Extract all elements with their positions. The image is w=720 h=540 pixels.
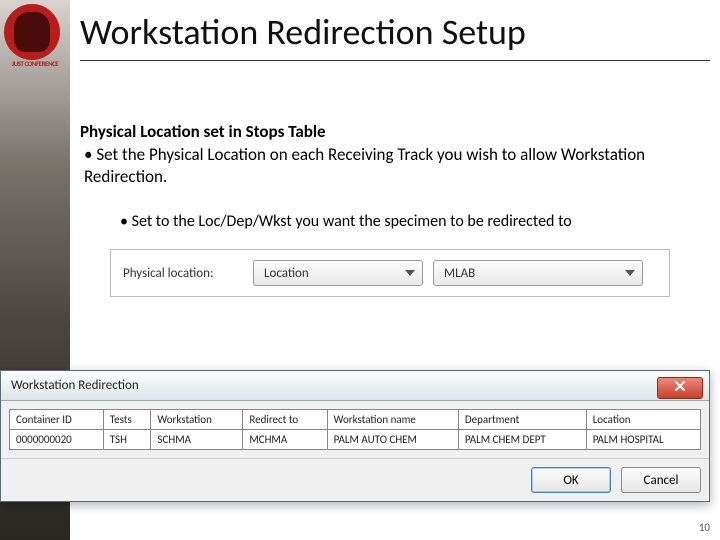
table-header-row: Container ID Tests Workstation Redirect … bbox=[10, 410, 701, 430]
location-value: MLAB bbox=[444, 266, 475, 281]
brand-logo: JUST CONFERENCE bbox=[4, 4, 66, 66]
redirection-table: Container ID Tests Workstation Redirect … bbox=[9, 409, 701, 450]
workstation-redirection-dialog: Workstation Redirection Container ID Tes… bbox=[0, 370, 710, 502]
col-container-id[interactable]: Container ID bbox=[10, 410, 104, 430]
bullet-main: Set the Physical Location on each Receiv… bbox=[80, 144, 710, 188]
bullet-sub: Set to the Loc/Dep/Wkst you want the spe… bbox=[80, 212, 710, 231]
col-redirect-to[interactable]: Redirect to bbox=[243, 410, 327, 430]
close-button[interactable] bbox=[657, 377, 703, 399]
dialog-title: Workstation Redirection bbox=[11, 378, 139, 393]
location-type-value: Location bbox=[264, 266, 309, 281]
section-heading: Physical Location set in Stops Table bbox=[80, 121, 710, 142]
col-department[interactable]: Department bbox=[458, 410, 586, 430]
ok-button[interactable]: OK bbox=[531, 467, 611, 493]
table-row[interactable]: 0000000020 TSH SCHMA MCHMA PALM AUTO CHE… bbox=[10, 430, 701, 450]
location-value-dropdown[interactable]: MLAB bbox=[433, 260, 643, 286]
col-workstation[interactable]: Workstation bbox=[151, 410, 243, 430]
page-number: 10 bbox=[699, 521, 710, 534]
cancel-button[interactable]: Cancel bbox=[621, 467, 701, 493]
dialog-titlebar[interactable]: Workstation Redirection bbox=[1, 371, 709, 401]
page-title: Workstation Redirection Setup bbox=[80, 0, 710, 61]
col-workstation-name[interactable]: Workstation name bbox=[327, 410, 458, 430]
location-type-dropdown[interactable]: Location bbox=[253, 260, 423, 286]
col-location[interactable]: Location bbox=[586, 410, 700, 430]
chevron-down-icon bbox=[624, 270, 636, 276]
col-tests[interactable]: Tests bbox=[103, 410, 151, 430]
chevron-down-icon bbox=[404, 270, 416, 276]
physical-location-label: Physical location: bbox=[123, 266, 243, 281]
physical-location-field: Physical location: Location MLAB bbox=[110, 249, 670, 297]
close-icon bbox=[674, 380, 686, 396]
